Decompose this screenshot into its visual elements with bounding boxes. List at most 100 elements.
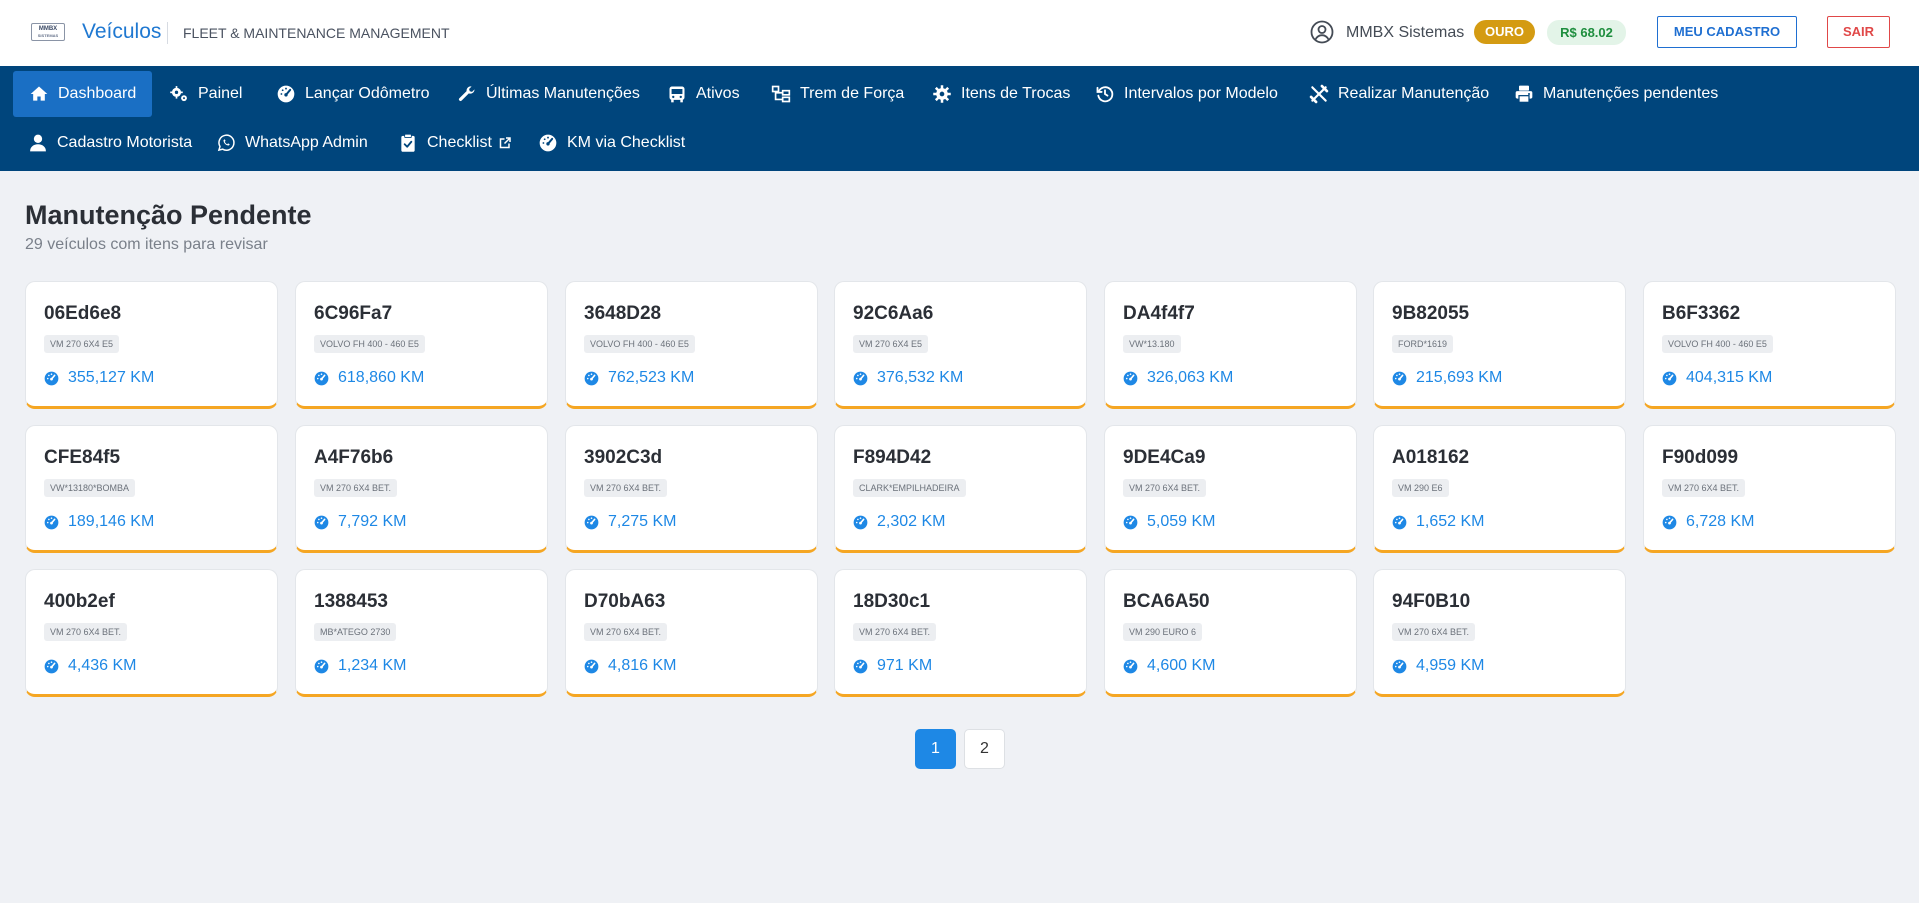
- vehicle-card[interactable]: 400b2ef VM 270 6X4 BET. 4,436 KM: [25, 569, 278, 697]
- vehicle-odometer: 618,860 KM: [314, 369, 424, 387]
- vehicle-odometer: 4,436 KM: [44, 657, 136, 675]
- vehicle-plate: 18D30c1: [853, 591, 931, 612]
- vehicle-model-badge: VM 270 6X4 BET.: [853, 623, 937, 641]
- pagination-page-1[interactable]: 1: [915, 729, 956, 769]
- credit-balance-badge: R$ 68.02: [1547, 20, 1626, 45]
- nav-item-ultimas-manutencoes[interactable]: Últimas Manutenções: [457, 71, 640, 117]
- my-profile-button[interactable]: MEU CADASTRO: [1657, 16, 1797, 48]
- nav-item-cadastro-motorista[interactable]: Cadastro Motorista: [28, 120, 192, 166]
- header-divider: [167, 22, 168, 44]
- vehicle-odometer: 7,275 KM: [584, 513, 676, 531]
- vehicle-plate: 9DE4Ca9: [1123, 447, 1206, 468]
- nav-item-manutencoes-pendentes[interactable]: Manutenções pendentes: [1514, 71, 1718, 117]
- tachometer-icon: [1392, 659, 1407, 673]
- user-circle-icon[interactable]: [1310, 20, 1334, 44]
- odometer-value: 618,860 KM: [338, 369, 425, 386]
- vehicle-odometer: 4,816 KM: [584, 657, 676, 675]
- vehicle-model-badge: VM 270 6X4 E5: [44, 335, 120, 353]
- history-icon: [1096, 86, 1114, 103]
- odometer-value: 1,652 KM: [1416, 513, 1485, 530]
- vehicle-card[interactable]: F90d099 VM 270 6X4 BET. 6,728 KM: [1643, 425, 1896, 553]
- vehicle-model-badge: VM 270 6X4 BET.: [1123, 479, 1207, 497]
- top-header: MMBX SISTEMAS Veículos FLEET & MAINTENAN…: [0, 0, 1919, 66]
- vehicle-plate: 9B82055: [1392, 303, 1470, 324]
- vehicle-plate: 6C96Fa7: [314, 303, 393, 324]
- tachometer-icon: [44, 659, 59, 673]
- odometer-value: 376,532 KM: [877, 369, 964, 386]
- vehicle-card[interactable]: CFE84f5 VW*13180*BOMBA 189,146 KM: [25, 425, 278, 553]
- vehicle-card[interactable]: 6C96Fa7 VOLVO FH 400 - 460 E5 618,860 KM: [295, 281, 548, 409]
- nav-item-whatsapp-admin[interactable]: WhatsApp Admin: [216, 120, 368, 166]
- tachometer-icon: [584, 659, 599, 673]
- nav-item-km-via-checklist[interactable]: KM via Checklist: [538, 120, 685, 166]
- vehicle-model-badge: VM 270 6X4 BET.: [584, 623, 668, 641]
- vehicle-card[interactable]: 94F0B10 VM 270 6X4 BET. 4,959 KM: [1373, 569, 1626, 697]
- vehicle-card[interactable]: 92C6Aa6 VM 270 6X4 E5 376,532 KM: [834, 281, 1087, 409]
- tachometer-icon: [853, 371, 868, 385]
- nav-item-painel[interactable]: Painel: [169, 71, 242, 117]
- odometer-value: 2,302 KM: [877, 513, 946, 530]
- vehicle-card[interactable]: 18D30c1 VM 270 6X4 BET. 971 KM: [834, 569, 1087, 697]
- vehicle-card[interactable]: D70bA63 VM 270 6X4 BET. 4,816 KM: [565, 569, 818, 697]
- vehicle-model-badge: VM 270 6X4 BET.: [44, 623, 128, 641]
- nav-item-lancar-odometro[interactable]: Lançar Odômetro: [276, 71, 430, 117]
- vehicle-card[interactable]: 3648D28 VOLVO FH 400 - 460 E5 762,523 KM: [565, 281, 818, 409]
- company-name: MMBX Sistemas: [1346, 24, 1465, 41]
- vehicle-plate: F90d099: [1662, 447, 1739, 468]
- main-nav: Dashboard Painel Lançar Odômetro Últimas…: [0, 66, 1919, 171]
- tachometer-icon: [584, 371, 599, 385]
- vehicle-plate: BCA6A50: [1123, 591, 1210, 612]
- vehicle-odometer: 4,600 KM: [1123, 657, 1215, 675]
- vehicle-odometer: 5,059 KM: [1123, 513, 1215, 531]
- vehicle-odometer: 189,146 KM: [44, 513, 154, 531]
- vehicle-model-badge: FORD*1619: [1392, 335, 1454, 353]
- wrench-icon: [458, 86, 475, 101]
- pagination-page-2[interactable]: 2: [964, 729, 1005, 769]
- print-icon: [1515, 85, 1533, 103]
- vehicle-card[interactable]: A4F76b6 VM 270 6X4 BET. 7,792 KM: [295, 425, 548, 553]
- page-subtitle: 29 veículos com itens para revisar: [25, 236, 268, 253]
- vehicle-plate: B6F3362: [1662, 303, 1741, 324]
- tachometer-icon: [584, 515, 599, 529]
- tachometer-icon: [44, 371, 59, 385]
- vehicle-card[interactable]: BCA6A50 VM 290 EURO 6 4,600 KM: [1104, 569, 1357, 697]
- nav-item-checklist[interactable]: Checklist: [398, 120, 511, 166]
- vehicle-card[interactable]: 9B82055 FORD*1619 215,693 KM: [1373, 281, 1626, 409]
- brand-logo[interactable]: MMBX SISTEMAS: [31, 23, 65, 41]
- vehicle-card[interactable]: F894D42 CLARK*EMPILHADEIRA 2,302 KM: [834, 425, 1087, 553]
- odometer-value: 1,234 KM: [338, 657, 407, 674]
- cogs-icon: [170, 86, 187, 102]
- nav-item-realizar-manutencao[interactable]: Realizar Manutenção: [1309, 71, 1489, 117]
- vehicle-card[interactable]: 1388453 MB*ATEGO 2730 1,234 KM: [295, 569, 548, 697]
- tachometer-icon: [277, 85, 295, 103]
- vehicle-plate: DA4f4f7: [1123, 303, 1195, 324]
- nav-item-dashboard[interactable]: Dashboard: [13, 71, 153, 117]
- gear-icon: [933, 85, 951, 103]
- odometer-value: 189,146 KM: [68, 513, 155, 530]
- vehicle-odometer: 4,959 KM: [1392, 657, 1484, 675]
- vehicle-card[interactable]: DA4f4f7 VW*13.180 326,063 KM: [1104, 281, 1357, 409]
- odometer-value: 7,792 KM: [338, 513, 407, 530]
- logout-button[interactable]: SAIR: [1827, 16, 1890, 48]
- odometer-value: 762,523 KM: [608, 369, 695, 386]
- odometer-value: 4,600 KM: [1147, 657, 1216, 674]
- tachometer-icon: [853, 515, 868, 529]
- vehicle-card[interactable]: A018162 VM 290 E6 1,652 KM: [1373, 425, 1626, 553]
- nav-item-intervalos-por-modelo[interactable]: Intervalos por Modelo: [1095, 71, 1278, 117]
- nav-item-itens-de-trocas[interactable]: Itens de Trocas: [932, 71, 1070, 117]
- odometer-value: 4,959 KM: [1416, 657, 1485, 674]
- vehicle-odometer: 7,792 KM: [314, 513, 406, 531]
- nav-item-ativos[interactable]: Ativos: [667, 71, 740, 117]
- vehicle-plate: 92C6Aa6: [853, 303, 934, 324]
- vehicle-card[interactable]: B6F3362 VOLVO FH 400 - 460 E5 404,315 KM: [1643, 281, 1896, 409]
- vehicle-model-badge: CLARK*EMPILHADEIRA: [853, 479, 966, 497]
- nav-item-trem-de-forca[interactable]: Trem de Força: [771, 71, 904, 117]
- vehicle-card[interactable]: 06Ed6e8 VM 270 6X4 E5 355,127 KM: [25, 281, 278, 409]
- tachometer-icon: [853, 659, 868, 673]
- vehicle-odometer: 1,652 KM: [1392, 513, 1484, 531]
- vehicle-plate: 400b2ef: [44, 591, 115, 612]
- vehicle-plate: 94F0B10: [1392, 591, 1471, 612]
- vehicle-card[interactable]: 9DE4Ca9 VM 270 6X4 BET. 5,059 KM: [1104, 425, 1357, 553]
- vehicle-model-badge: VM 270 6X4 BET.: [1392, 623, 1476, 641]
- vehicle-card[interactable]: 3902C3d VM 270 6X4 BET. 7,275 KM: [565, 425, 818, 553]
